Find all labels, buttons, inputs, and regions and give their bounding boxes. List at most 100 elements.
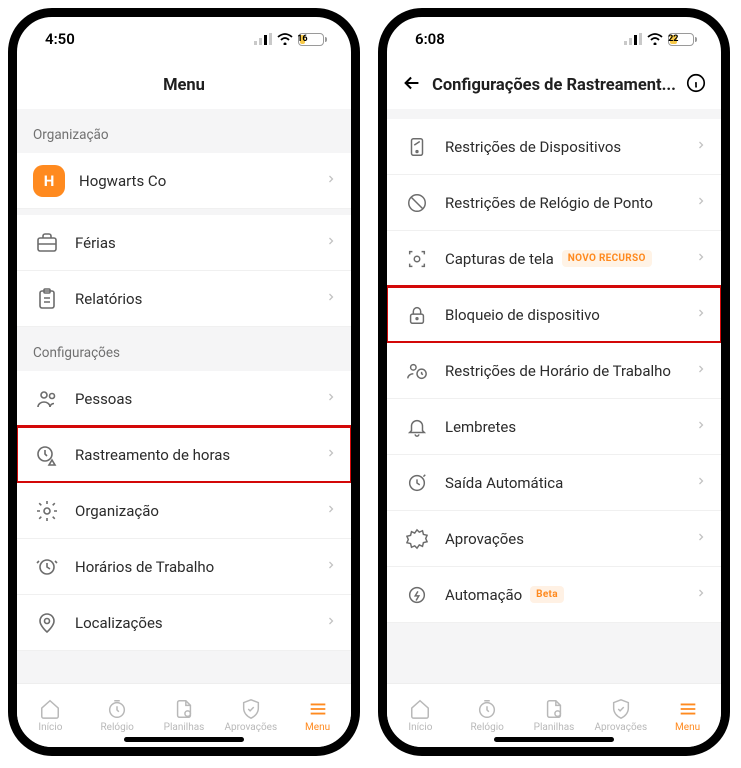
chevron-right-icon: [325, 613, 337, 633]
clock-restrict-icon: [403, 192, 431, 214]
status-time: 6:08: [415, 30, 445, 48]
page-title: Configurações de Rastreament...: [432, 76, 676, 95]
info-button[interactable]: [685, 72, 707, 98]
chevron-right-icon: [695, 529, 707, 549]
chevron-right-icon: [325, 389, 337, 409]
home-indicator[interactable]: [494, 737, 614, 742]
row-restricoes-dispositivos[interactable]: Restrições de Dispositivos: [387, 119, 721, 175]
row-localizacoes[interactable]: Localizações: [17, 595, 351, 651]
row-text: Capturas de tela: [445, 250, 554, 268]
row-aprovacoes[interactable]: Aprovações: [387, 511, 721, 567]
row-label: Lembretes: [445, 418, 681, 436]
tab-inicio[interactable]: Início: [387, 684, 454, 747]
row-label: Organização: [75, 502, 311, 520]
row-label: Relatórios: [75, 290, 311, 308]
row-pessoas[interactable]: Pessoas: [17, 371, 351, 427]
row-label: Restrições de Horário de Trabalho: [445, 362, 681, 380]
badge-novo-recurso: NOVO RECURSO: [562, 250, 652, 267]
section-label-organizacao: Organização: [17, 109, 351, 153]
tab-inicio[interactable]: Início: [17, 684, 84, 747]
row-restricoes-horario[interactable]: Restrições de Horário de Trabalho: [387, 343, 721, 399]
tab-label: Aprovações: [594, 722, 647, 733]
battery-indicator: 22: [668, 33, 697, 46]
tab-label: Menu: [305, 722, 330, 733]
row-label: Localizações: [75, 614, 311, 632]
row-label: Restrições de Relógio de Ponto: [445, 194, 681, 212]
phone-left: 4:50 16 Menu Organização H Hogwarts Co: [8, 8, 360, 756]
chevron-right-icon: [695, 305, 707, 325]
battery-level: 16: [300, 35, 305, 44]
tab-menu[interactable]: Menu: [284, 684, 351, 747]
back-button[interactable]: [401, 72, 423, 98]
screenshot-icon: [403, 248, 431, 270]
cell-signal-icon: [254, 33, 272, 45]
content-scroll[interactable]: Restrições de Dispositivos Restrições de…: [387, 109, 721, 683]
page-title: Menu: [163, 76, 205, 95]
chevron-right-icon: [325, 233, 337, 253]
chevron-right-icon: [325, 171, 337, 191]
approval-icon: [403, 528, 431, 550]
people-icon: [33, 387, 61, 411]
gear-icon: [33, 499, 61, 523]
status-time: 4:50: [45, 30, 75, 48]
row-relatorios[interactable]: Relatórios: [17, 271, 351, 327]
tab-label: Início: [38, 722, 62, 733]
page-header: Configurações de Rastreament...: [387, 61, 721, 109]
tab-label: Planilhas: [164, 722, 205, 733]
row-label: Bloqueio de dispositivo: [445, 306, 681, 324]
row-rastreamento[interactable]: Rastreamento de horas: [17, 427, 351, 483]
page-header: Menu: [17, 61, 351, 109]
wifi-icon: [646, 33, 664, 45]
row-label: Férias: [75, 234, 311, 252]
row-horarios[interactable]: Horários de Trabalho: [17, 539, 351, 595]
tab-label: Início: [408, 722, 432, 733]
row-label: Saída Automática: [445, 474, 681, 492]
content-scroll[interactable]: Organização H Hogwarts Co Férias Relatór…: [17, 109, 351, 683]
chevron-right-icon: [325, 501, 337, 521]
row-company[interactable]: H Hogwarts Co: [17, 153, 351, 209]
row-label: Horários de Trabalho: [75, 558, 311, 576]
chevron-right-icon: [695, 473, 707, 493]
tab-label: Relógio: [101, 722, 134, 733]
people-clock-icon: [403, 360, 431, 382]
row-capturas[interactable]: Capturas de tela NOVO RECURSO: [387, 231, 721, 287]
row-restricoes-relogio[interactable]: Restrições de Relógio de Ponto: [387, 175, 721, 231]
row-lembretes[interactable]: Lembretes: [387, 399, 721, 455]
battery-level: 22: [670, 35, 677, 44]
battery-indicator: 16: [298, 33, 327, 46]
device-restrict-icon: [403, 136, 431, 158]
company-name: Hogwarts Co: [79, 172, 311, 190]
chevron-right-icon: [695, 193, 707, 213]
section-label-config: Configurações: [17, 327, 351, 371]
home-indicator[interactable]: [124, 737, 244, 742]
row-ferias[interactable]: Férias: [17, 215, 351, 271]
status-bar: 4:50 16: [17, 17, 351, 61]
badge-beta: Beta: [530, 586, 564, 603]
location-pin-icon: [33, 611, 61, 635]
status-bar: 6:08 22: [387, 17, 721, 61]
wifi-icon: [276, 33, 294, 45]
automation-icon: [403, 584, 431, 606]
row-label: Automação Beta: [445, 586, 681, 604]
row-label: Capturas de tela NOVO RECURSO: [445, 250, 681, 268]
tab-menu[interactable]: Menu: [654, 684, 721, 747]
row-bloqueio-dispositivo[interactable]: Bloqueio de dispositivo: [387, 287, 721, 343]
row-saida-automatica[interactable]: Saída Automática: [387, 455, 721, 511]
row-label: Aprovações: [445, 530, 681, 548]
bell-icon: [403, 416, 431, 438]
chevron-right-icon: [695, 249, 707, 269]
row-automacao[interactable]: Automação Beta: [387, 567, 721, 623]
row-organizacao[interactable]: Organização: [17, 483, 351, 539]
status-indicators: 16: [254, 33, 327, 46]
auto-exit-icon: [403, 472, 431, 494]
tab-label: Menu: [675, 722, 700, 733]
chevron-right-icon: [325, 557, 337, 577]
chevron-right-icon: [695, 585, 707, 605]
clock-shift-icon: [33, 555, 61, 579]
tab-label: Aprovações: [224, 722, 277, 733]
lock-icon: [403, 304, 431, 326]
tab-label: Planilhas: [534, 722, 575, 733]
tab-label: Relógio: [471, 722, 504, 733]
row-label: Restrições de Dispositivos: [445, 138, 681, 156]
status-indicators: 22: [624, 33, 697, 46]
